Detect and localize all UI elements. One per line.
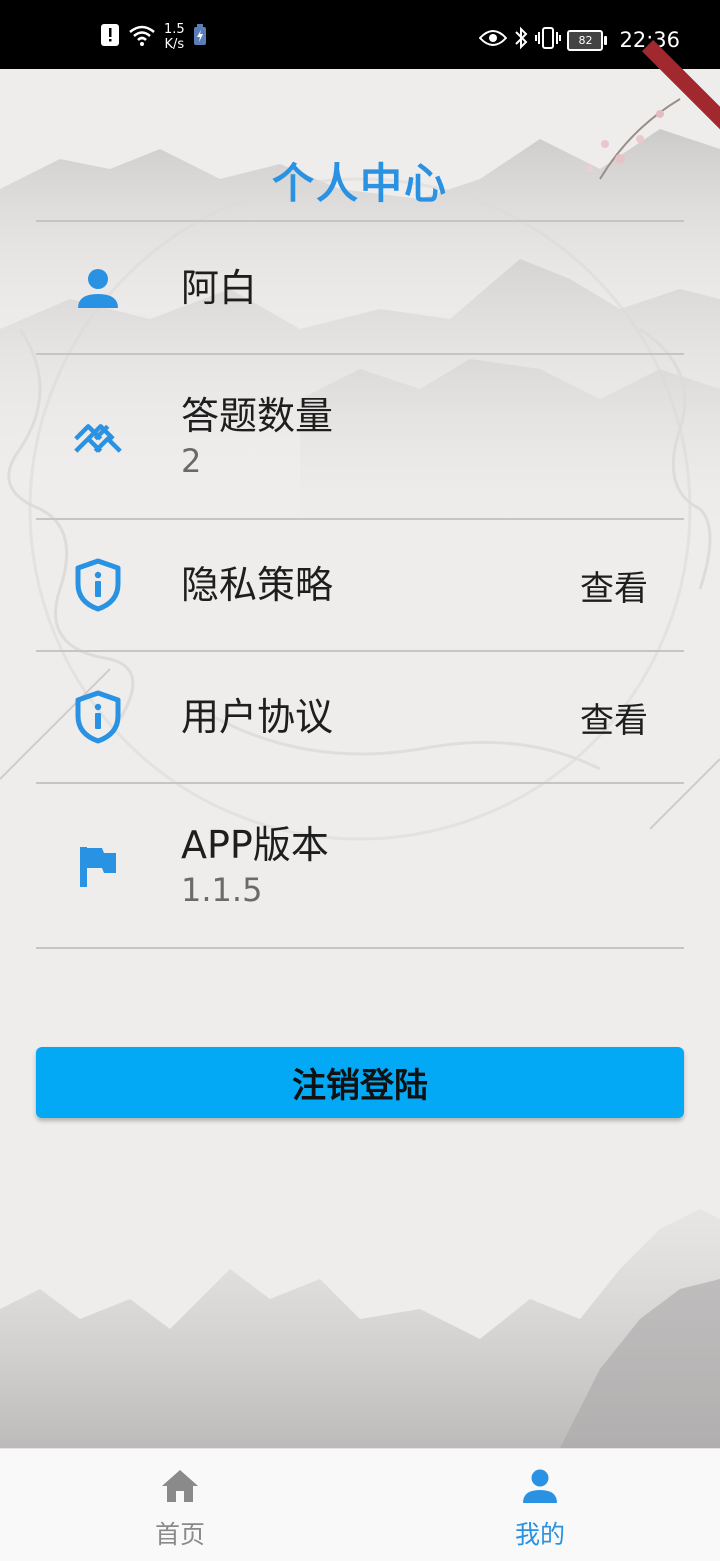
bluetooth-icon [513, 26, 529, 54]
username-text: 阿白 [181, 265, 257, 311]
bottom-navigation-bar: 首页 我的 [0, 1448, 720, 1561]
status-bar: 1.5 K/s 82 22:36 [0, 0, 720, 69]
battery-level: 82 [578, 33, 593, 47]
list-item-user-agreement[interactable]: 用户协议 查看 [36, 652, 684, 782]
list-item-username: 阿白 [36, 222, 684, 353]
shield-info-icon [74, 558, 122, 612]
vibrate-icon [535, 26, 562, 54]
privacy-text: 隐私策略 [181, 562, 333, 608]
answer-count-text: 答题数量 2 [181, 393, 333, 481]
wifi-icon [128, 24, 156, 50]
network-speed: 1.5 K/s [164, 22, 185, 52]
list-item-answer-count: 答题数量 2 [36, 355, 684, 518]
charging-battery-icon [193, 24, 207, 50]
nav-tab-home-label: 首页 [154, 1520, 205, 1549]
divider [36, 947, 684, 949]
person-icon [74, 264, 122, 312]
shield-info-icon [74, 690, 122, 744]
username-label: 阿白 [181, 265, 258, 310]
agreement-view-link[interactable]: 查看 [580, 693, 648, 742]
page-title: 个人中心 [271, 159, 448, 208]
eye-icon [479, 29, 508, 51]
battery-indicator: 82 [567, 29, 608, 51]
nav-tab-mine-label: 我的 [514, 1520, 565, 1549]
double-chevron-up-icon [74, 413, 122, 461]
nav-tab-mine[interactable]: 我的 [450, 1449, 630, 1561]
list-item-app-version: APP版本 1.1.5 [36, 784, 684, 947]
privacy-view-link[interactable]: 查看 [580, 561, 648, 610]
agreement-label: 用户协议 [181, 695, 334, 739]
status-left: 1.5 K/s [100, 22, 207, 52]
answer-count-label: 答题数量 [181, 393, 334, 438]
nav-tab-home[interactable]: 首页 [90, 1449, 270, 1561]
privacy-label: 隐私策略 [181, 563, 334, 607]
agreement-text: 用户协议 [181, 694, 333, 740]
profile-list: 阿白 答题数量 2 隐私策略 查看 用户协议 查看 APP版本 1.1.5 [36, 220, 684, 949]
flag-icon [74, 842, 122, 890]
list-item-privacy-policy[interactable]: 隐私策略 查看 [36, 520, 684, 650]
network-speed-unit: K/s [164, 37, 185, 52]
person-icon [522, 1467, 558, 1505]
version-value: 1.1.5 [181, 870, 263, 909]
version-label: APP版本 [181, 822, 329, 867]
logout-button[interactable]: 注销登陆 [36, 1047, 684, 1118]
version-text: APP版本 1.1.5 [181, 822, 329, 910]
network-speed-value: 1.5 [164, 22, 185, 37]
alert-icon [100, 23, 120, 51]
answer-count-value: 2 [181, 441, 202, 480]
home-icon [160, 1467, 200, 1505]
